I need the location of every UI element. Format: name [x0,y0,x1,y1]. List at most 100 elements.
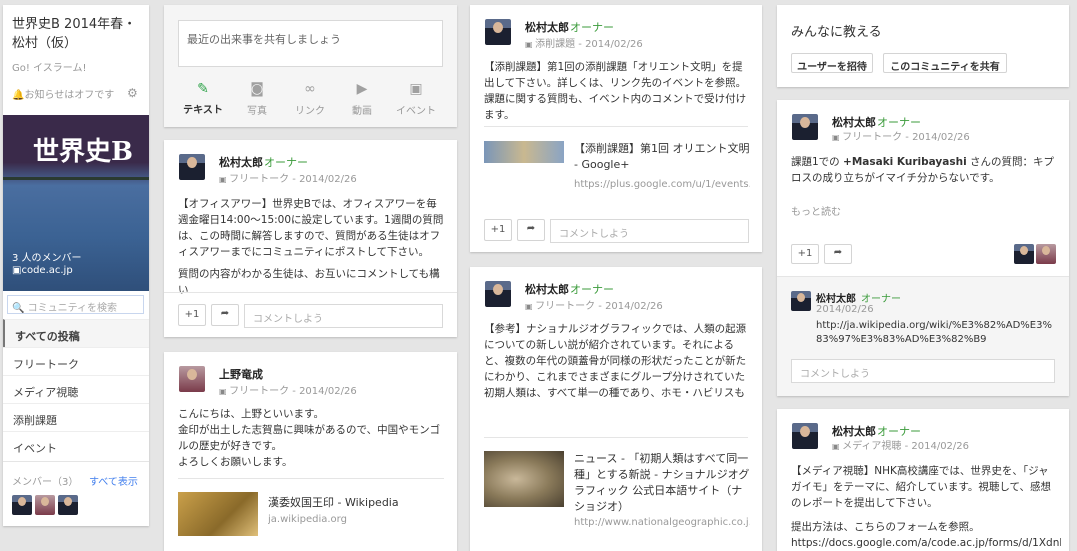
divider [164,292,457,293]
divider [484,437,748,438]
post-body-text: 課題1での [791,156,844,168]
author-name[interactable]: 松村太郎 [525,281,569,297]
share-input[interactable]: 最近の出来事を共有しましょう [178,20,443,67]
plusoner-avatar[interactable] [1014,244,1034,264]
share-community-button[interactable]: このコミュニティを共有 [883,53,1007,73]
post-meta[interactable]: ▣ フリートーク - 2014/02/26 [219,170,357,185]
comment-input[interactable]: コメントしよう [550,219,749,243]
share-arrow-icon: ➦ [220,308,230,319]
commenter-avatar[interactable] [791,291,811,311]
link-icon[interactable]: ∞ [298,81,322,97]
member-avatar[interactable] [12,495,32,515]
author-name[interactable]: 松村太郎 [525,19,569,35]
photo-tool-label[interactable]: 写真 [237,102,277,117]
nav-events[interactable]: イベント [3,431,149,459]
post-media: 松村太郎 オーナー ▣ メディア視聴 - 2014/02/26 【メディア視聴】… [777,409,1069,551]
member-avatar[interactable] [58,495,78,515]
nav-free-talk[interactable]: フリートーク [3,347,149,375]
link-title[interactable]: 【添削課題】第1回 オリエント文明 - Google+ [574,141,750,173]
author-avatar[interactable] [792,423,818,449]
camera-icon[interactable]: ◙ [245,81,269,97]
show-all-members-link[interactable]: すべて表示 [89,473,138,488]
post-introduction: 上野竜成 ▣ フリートーク - 2014/02/26 こんにちは、上野といいます… [164,352,457,551]
video-tool-label[interactable]: 動画 [342,102,382,117]
community-lock-icon: ▣ [832,442,843,451]
author-avatar[interactable] [179,154,205,180]
author-avatar[interactable] [485,19,511,45]
author-avatar[interactable] [792,114,818,140]
owner-badge: オーナー [861,294,901,305]
link-thumbnail[interactable] [178,492,258,536]
share-post-button[interactable]: ➦ [517,219,545,241]
invite-title: みんなに教える [791,25,882,40]
plus-one-button[interactable]: +1 [484,219,512,241]
share-box: 最近の出来事を共有しましょう ✎ テキスト ◙ 写真 ∞ リンク ▶ 動画 ▣ … [164,5,457,127]
member-avatar[interactable] [35,495,55,515]
link-url[interactable]: http://www.nationalgeographic.co.j... [574,517,750,528]
text-tool-label[interactable]: テキスト [182,101,224,116]
link-title[interactable]: ニュース - 「初期人類はすべて同一種」とする新説 - ナショナルジオグラフィッ… [574,451,750,515]
gear-icon[interactable]: ⚙ [127,86,138,100]
author-name[interactable]: 松村太郎 [219,154,263,170]
form-link[interactable]: https://docs.google.com/a/code.ac.jp/for… [791,535,1061,551]
link-title[interactable]: 漢委奴国王印 - Wikipedia [268,494,399,510]
owner-badge: オーナー [570,283,614,296]
read-more-link[interactable]: もっと読む [791,203,841,218]
post-meta-text: フリートーク - 2014/02/26 [842,132,970,143]
author-name[interactable]: 上野竜成 [219,366,263,382]
member-count: 3 人のメンバー [12,253,82,264]
community-sidebar: 世界史B 2014年春・松村（仮） Go! イスラーム! 🔔お知らせはオフです … [3,5,149,526]
post-meta[interactable]: ▣ メディア視聴 - 2014/02/26 [832,437,969,452]
comment-text[interactable]: http://ja.wikipedia.org/wiki/%E3%82%AD%E… [816,319,1056,347]
members-label: メンバー（3） [12,477,79,488]
comment-input[interactable]: コメントしよう [244,304,443,328]
nav-assignments[interactable]: 添削課題 [3,403,149,431]
share-post-button[interactable]: ➦ [211,304,239,326]
event-tool-label[interactable]: イベント [390,102,442,117]
post-body-continued: 提出方法は、こちらのフォームを参照。 [791,521,980,533]
link-tool-label[interactable]: リンク [290,102,330,117]
banner-shoreline [3,177,149,180]
link-thumbnail[interactable] [484,141,564,163]
text-tool-icon[interactable]: ✎ [191,81,215,97]
community-domain: ▣code.ac.jp [12,265,73,276]
plus-one-button[interactable]: +1 [791,244,819,264]
search-placeholder: コミュニティを検索 [27,303,118,314]
post-meta[interactable]: ▣ 添削課題 - 2014/02/26 [525,35,643,50]
nav-all-posts[interactable]: すべての投稿 [3,319,149,347]
plusoner-avatar[interactable] [1036,244,1056,264]
divider [178,478,444,479]
share-post-button[interactable]: ➦ [824,244,852,264]
author-avatar[interactable] [485,281,511,307]
share-arrow-icon: ➦ [833,247,843,258]
community-lock-icon: ▣ [525,302,536,311]
notification-toggle[interactable]: 🔔お知らせはオフです [12,86,114,101]
invite-users-button[interactable]: ユーザーを招待 [791,53,873,73]
plus-one-button[interactable]: +1 [178,304,206,326]
post-body: こんにちは、上野といいます。 金印が出土した志賀島に興味があるので、中国やモンゴ… [178,408,441,468]
invite-card: みんなに教える ユーザーを招待 このコミュニティを共有 [777,5,1069,87]
post-meta[interactable]: ▣ フリートーク - 2014/02/26 [832,128,970,143]
nav-media[interactable]: メディア視聴 [3,375,149,403]
owner-badge: オーナー [264,156,308,169]
author-avatar[interactable] [179,366,205,392]
divider [3,461,149,462]
post-meta-text: フリートーク - 2014/02/26 [229,174,357,185]
link-thumbnail[interactable] [484,451,564,507]
user-mention[interactable]: +Masaki Kuribayashi [843,156,967,168]
post-body: 課題1での +Masaki Kuribayashi さんの質問：キプロスの成り立… [791,154,1056,186]
post-body: 【参考】ナショナルジオグラフィックでは、人類の起源についての新しい説が紹介されて… [484,323,747,399]
comment-input[interactable]: コメントしよう [791,359,1055,383]
post-body: 【メディア視聴】NHK高校講座では、世界史を、「ジャガイモ」をテーマに、紹介して… [791,465,1051,509]
calendar-icon[interactable]: ▣ [404,81,428,97]
comment-author[interactable]: 松村太郎 [816,290,856,305]
community-search-input[interactable]: 🔍 コミュニティを検索 [7,295,144,314]
notification-label: お知らせはオフです [24,90,115,101]
post-meta[interactable]: ▣ フリートーク - 2014/02/26 [219,382,357,397]
link-url[interactable]: ja.wikipedia.org [268,514,347,525]
link-url[interactable]: https://plus.google.com/u/1/events... [574,179,750,190]
video-icon[interactable]: ▶ [350,81,374,97]
post-question: 松村太郎 オーナー ▣ フリートーク - 2014/02/26 課題1での +M… [777,100,1069,396]
post-meta[interactable]: ▣ フリートーク - 2014/02/26 [525,297,663,312]
domain-label: code.ac.jp [21,265,73,276]
